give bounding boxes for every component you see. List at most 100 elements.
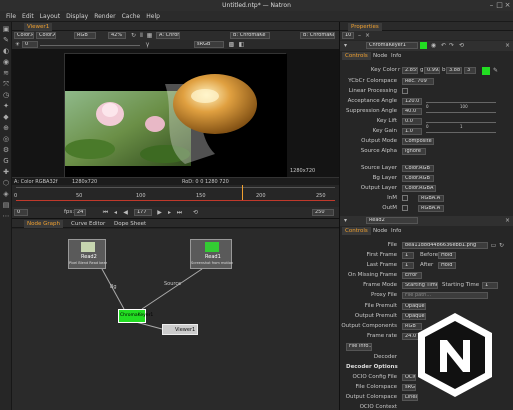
tab-viewer1[interactable]: Viewer1 bbox=[24, 23, 53, 31]
gain-slider[interactable] bbox=[40, 45, 140, 46]
zoom-select[interactable]: 42% bbox=[108, 32, 126, 39]
gamma-icon[interactable]: γ bbox=[144, 41, 151, 48]
inm-checkbox[interactable] bbox=[402, 195, 408, 201]
restore-defaults-icon[interactable]: ⟲ bbox=[458, 42, 465, 49]
color-icon[interactable]: ◉ bbox=[2, 58, 10, 66]
channels-select[interactable]: RGB bbox=[74, 32, 96, 39]
last-frame-input[interactable]: 1 bbox=[402, 262, 414, 269]
views-icon[interactable]: ◎ bbox=[2, 135, 10, 143]
playhead[interactable] bbox=[241, 185, 243, 201]
key-a-input[interactable]: 3 bbox=[464, 67, 476, 74]
menu-file[interactable]: File bbox=[6, 13, 16, 20]
redo-icon[interactable]: ↷ bbox=[448, 42, 455, 49]
channel-icon[interactable]: ◐ bbox=[2, 47, 10, 55]
transform-icon[interactable]: ⤧ bbox=[2, 80, 10, 88]
tab-properties[interactable]: Properties bbox=[348, 23, 382, 31]
close-icon[interactable]: × bbox=[504, 2, 511, 9]
before-select[interactable]: Hold bbox=[438, 252, 456, 259]
time-icon[interactable]: ◷ bbox=[2, 91, 10, 99]
tab-curve-editor[interactable]: Curve Editor bbox=[68, 220, 108, 228]
timeline[interactable]: 0 50 100 150 200 250 bbox=[12, 185, 339, 207]
file-info-button[interactable]: File Info... bbox=[346, 343, 372, 351]
filter-icon[interactable]: ≋ bbox=[2, 69, 10, 77]
source-layer-select[interactable]: Color.RGB bbox=[402, 165, 434, 172]
output-layer-select[interactable]: Color.RGBA bbox=[402, 185, 436, 192]
frame-start-input[interactable]: 0 bbox=[14, 209, 28, 216]
wipe-icon[interactable]: ◧ bbox=[238, 41, 245, 48]
misc-icon[interactable]: ⋯ bbox=[2, 212, 10, 220]
a-input-select[interactable]: A: ChromaKe bbox=[156, 32, 180, 39]
suppress-slider[interactable] bbox=[426, 112, 496, 113]
tab-dope-sheet[interactable]: Dope Sheet bbox=[111, 220, 149, 228]
key-color-swatch[interactable] bbox=[482, 67, 490, 75]
linear-checkbox[interactable] bbox=[402, 88, 408, 94]
play-icon[interactable]: ▶ bbox=[156, 209, 163, 216]
merge-icon[interactable]: ⊕ bbox=[2, 124, 10, 132]
accept-input[interactable]: 120.0 bbox=[402, 98, 422, 105]
viewer-node[interactable]: Viewer1 bbox=[162, 324, 198, 335]
reload-icon[interactable]: ↻ bbox=[498, 242, 505, 249]
after-select[interactable]: Hold bbox=[438, 262, 456, 269]
plugin-icon[interactable]: ◈ bbox=[2, 190, 10, 198]
current-frame-input[interactable]: 177 bbox=[134, 209, 152, 216]
pause-icon[interactable]: Ⅱ bbox=[138, 32, 145, 39]
menu-cache[interactable]: Cache bbox=[122, 13, 141, 20]
first-frame-input[interactable]: 1 bbox=[402, 252, 414, 259]
proxy-icon[interactable]: ▦ bbox=[146, 32, 153, 39]
menu-layout[interactable]: Layout bbox=[40, 13, 60, 20]
b-input-select[interactable]: B: ChromaKe bbox=[230, 32, 270, 39]
viewport[interactable]: 1280x720 bbox=[12, 49, 339, 179]
keygain-slider[interactable] bbox=[426, 132, 496, 133]
extra-icon[interactable]: ✚ bbox=[2, 168, 10, 176]
b-input-select-2[interactable]: B: ChromaKe bbox=[300, 32, 335, 39]
undo-icon[interactable]: ↶ bbox=[440, 42, 447, 49]
keyer-icon[interactable]: ◆ bbox=[2, 113, 10, 121]
chroma-tab-info[interactable]: Info bbox=[388, 52, 404, 60]
gain-icon[interactable]: ☀ bbox=[14, 41, 21, 48]
tab-node-graph[interactable]: Node Graph bbox=[24, 220, 63, 228]
keylift-input[interactable]: 0.0 bbox=[402, 118, 422, 125]
chroma-keyer-node[interactable]: ChromaKeyer1 bbox=[118, 309, 153, 323]
layer-select[interactable]: Color.RGB bbox=[14, 32, 34, 39]
collapse-icon[interactable]: ▾ bbox=[342, 42, 349, 49]
inm-select[interactable]: RGBA.A bbox=[418, 195, 444, 202]
close-all-icon[interactable]: × bbox=[364, 32, 371, 39]
file-premult-select[interactable]: Opaque bbox=[402, 303, 426, 310]
overlay-icon[interactable]: ◉ bbox=[430, 42, 437, 49]
draw-icon[interactable]: ✦ bbox=[2, 102, 10, 110]
read-collapse-icon[interactable]: ▾ bbox=[342, 217, 349, 224]
folder-icon[interactable]: ▭ bbox=[490, 242, 497, 249]
python-icon[interactable]: ▤ bbox=[2, 201, 10, 209]
node-color-swatch[interactable] bbox=[420, 42, 427, 49]
minimize-all-icon[interactable]: – bbox=[356, 32, 363, 39]
keygain-input[interactable]: 1.0 bbox=[402, 128, 422, 135]
file-input[interactable]: bea11d8d4486636ebb1.png bbox=[402, 242, 488, 249]
keylift-slider[interactable] bbox=[426, 122, 496, 123]
minimize-icon[interactable]: – bbox=[488, 2, 495, 9]
max-panels-input[interactable]: 10 bbox=[342, 32, 354, 39]
ycbcr-select[interactable]: Rec. 709 bbox=[402, 78, 434, 85]
gmic-icon[interactable]: G bbox=[2, 157, 10, 165]
first-frame-icon[interactable]: ⏮ bbox=[102, 209, 109, 216]
menu-edit[interactable]: Edit bbox=[22, 13, 34, 20]
output-mode-select[interactable]: Composite bbox=[402, 138, 434, 145]
key-r-input[interactable]: 2.859 bbox=[402, 67, 418, 74]
prev-key-icon[interactable]: ◂ bbox=[112, 209, 119, 216]
loop-icon[interactable]: ⟲ bbox=[192, 209, 199, 216]
other-icon[interactable]: ⚙ bbox=[2, 146, 10, 154]
menu-render[interactable]: Render bbox=[94, 13, 115, 20]
node-canvas[interactable]: Read2 Pixel Blend Read bear Glass hanc p… bbox=[12, 229, 339, 410]
maximize-icon[interactable]: □ bbox=[496, 2, 503, 9]
image-icon[interactable]: ▣ bbox=[2, 25, 10, 33]
colorspace-select[interactable]: sRGB bbox=[194, 41, 224, 48]
paint-icon[interactable]: ✎ bbox=[2, 36, 10, 44]
suppress-input[interactable]: 40.0 bbox=[402, 108, 422, 115]
key-g-input[interactable]: 0.992 bbox=[424, 67, 440, 74]
frame-end-input[interactable]: 250 bbox=[312, 209, 334, 216]
menu-display[interactable]: Display bbox=[66, 13, 88, 20]
read-close-icon[interactable]: × bbox=[504, 217, 511, 224]
last-frame-icon[interactable]: ⏭ bbox=[176, 209, 183, 216]
accept-slider[interactable] bbox=[426, 102, 496, 103]
source-alpha-select[interactable]: Ignore bbox=[402, 148, 426, 155]
chroma-name-field[interactable]: ChromaKeyer1 bbox=[366, 42, 418, 49]
